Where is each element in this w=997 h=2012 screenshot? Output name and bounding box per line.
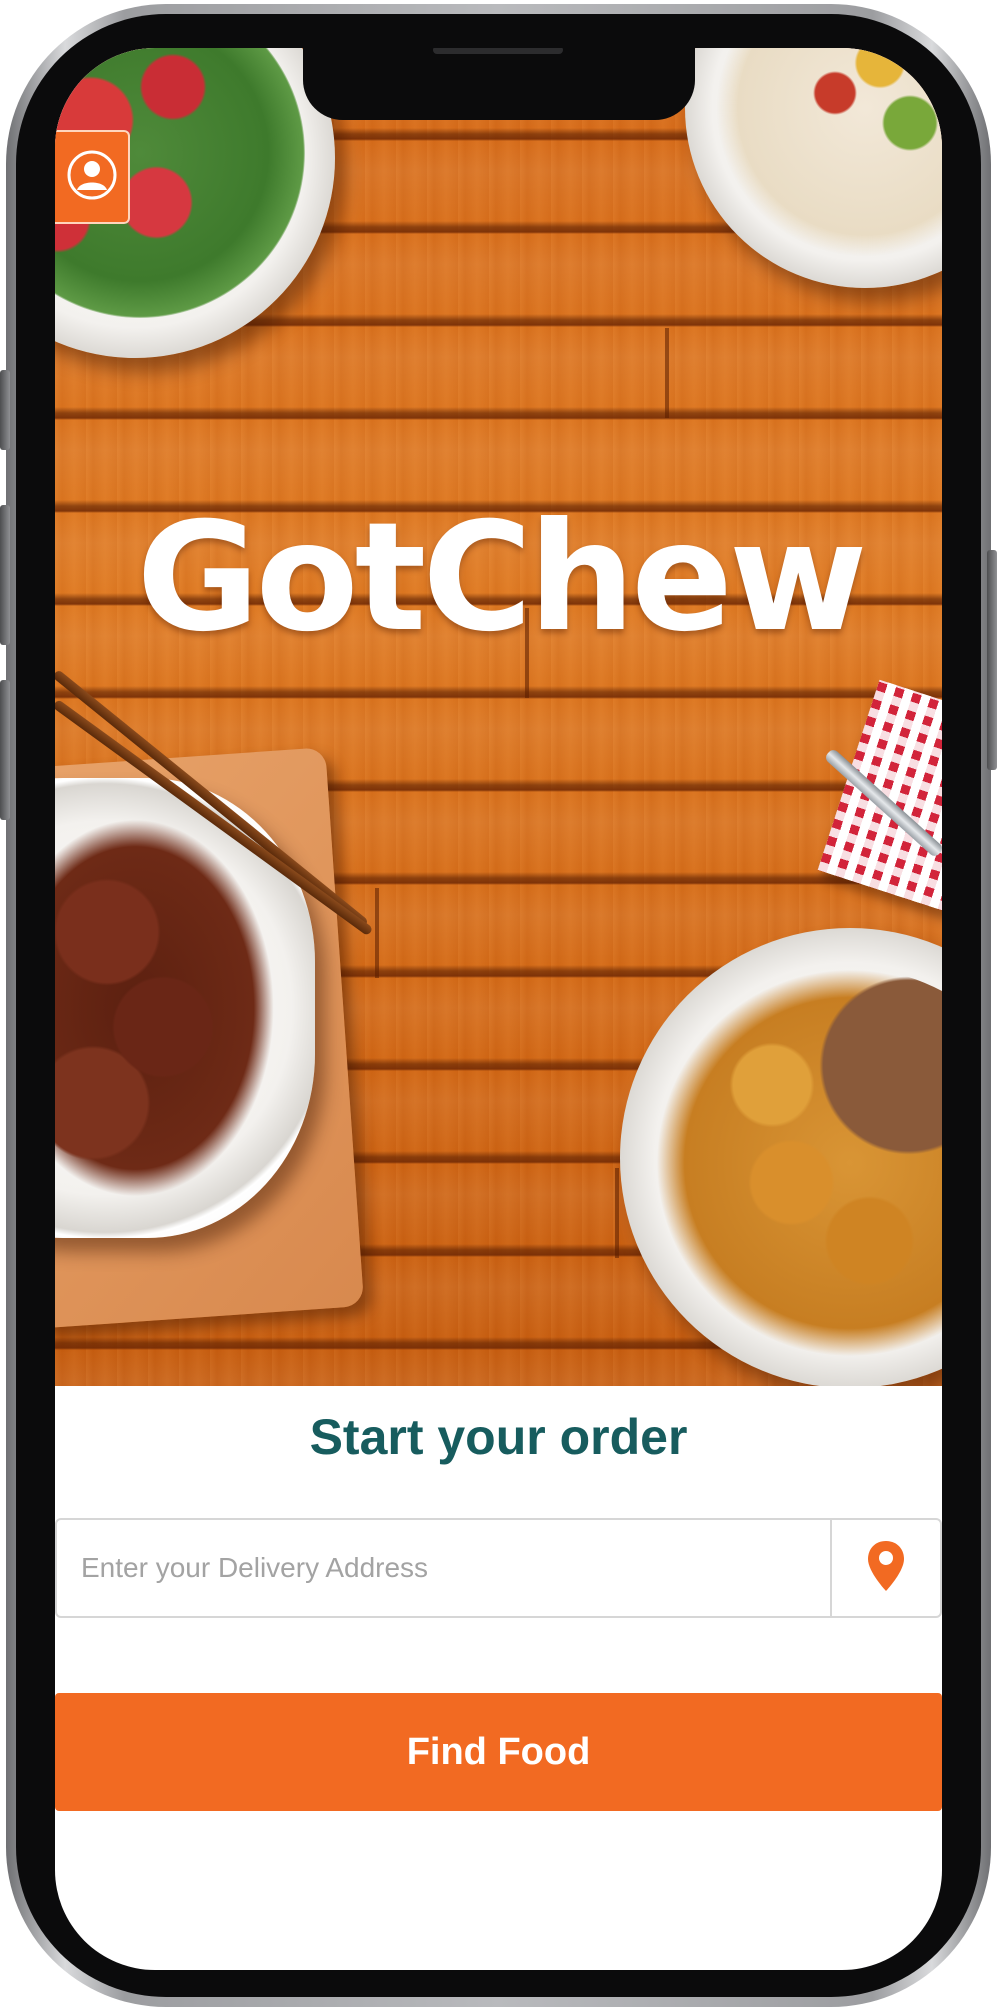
silent-switch xyxy=(0,370,10,450)
wood-seam xyxy=(615,1168,619,1258)
wood-seam xyxy=(665,328,669,418)
earpiece xyxy=(433,48,563,54)
delivery-address-input[interactable] xyxy=(57,1520,830,1616)
profile-button[interactable] xyxy=(55,130,130,224)
address-field-group xyxy=(55,1518,942,1618)
app-screen: GotChew Start your order Find Food xyxy=(55,48,942,1970)
wings-food xyxy=(55,818,275,1198)
user-icon xyxy=(66,149,118,206)
order-title: Start your order xyxy=(309,1409,688,1465)
power-button xyxy=(987,550,997,770)
volume-down-button xyxy=(0,680,10,820)
locate-button[interactable] xyxy=(830,1520,940,1616)
wood-seam xyxy=(375,888,379,978)
find-food-button[interactable]: Find Food xyxy=(55,1693,942,1811)
app-logo: GotChew xyxy=(136,491,867,665)
phone-notch xyxy=(303,48,695,120)
volume-up-button xyxy=(0,505,10,645)
hero-banner: GotChew xyxy=(55,48,942,1386)
map-pin-icon xyxy=(866,1539,906,1598)
